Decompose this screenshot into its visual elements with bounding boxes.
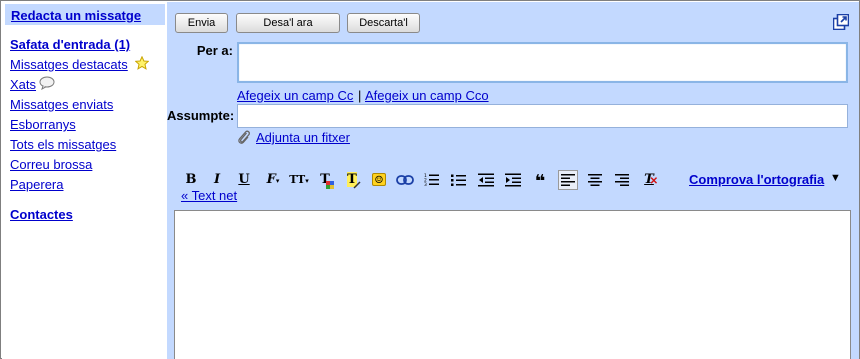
- sidebar-item-contacts[interactable]: Contactes: [10, 207, 73, 222]
- to-label: Per a:: [196, 43, 233, 58]
- save-draft-button[interactable]: Desa'l ara: [236, 13, 340, 33]
- font-glyph: F: [266, 172, 276, 187]
- font-button[interactable]: F▾: [261, 170, 285, 190]
- text-color-icon: [326, 181, 334, 189]
- align-right-button[interactable]: [612, 170, 632, 190]
- indent-button[interactable]: [503, 170, 523, 190]
- sidebar-item-sent[interactable]: Missatges enviats: [10, 97, 113, 112]
- sidebar-item-all-mail[interactable]: Tots els missatges: [10, 137, 116, 152]
- align-center-icon: [588, 174, 602, 186]
- font-size-glyph: TT: [289, 173, 306, 186]
- svg-text:3: 3: [424, 182, 427, 187]
- quote-icon: ❝: [534, 171, 546, 192]
- attach-file-link[interactable]: Adjunta un fitxer: [256, 130, 350, 145]
- numbered-list-button[interactable]: 1 2 3: [422, 170, 442, 190]
- popout-window-icon[interactable]: [833, 14, 849, 30]
- link-separator: |: [358, 88, 362, 103]
- remove-format-button[interactable]: T ✕: [639, 170, 659, 190]
- send-button[interactable]: Envia: [175, 13, 228, 33]
- discard-button[interactable]: Descarta'l: [347, 13, 420, 33]
- sidebar-item-starred[interactable]: Missatges destacats: [10, 57, 128, 72]
- outdent-button[interactable]: [476, 170, 496, 190]
- numbered-list-icon: 1 2 3: [424, 173, 439, 188]
- quote-button[interactable]: ❝: [530, 170, 550, 192]
- add-bcc-link[interactable]: Afegeix un camp Cco: [365, 88, 489, 103]
- underline-button[interactable]: U: [234, 170, 254, 190]
- align-right-icon: [615, 174, 629, 186]
- emoji-button[interactable]: ☺: [369, 170, 389, 190]
- remove-format-x-icon: ✕: [649, 176, 658, 187]
- outdent-icon: [478, 173, 494, 187]
- highlight-button[interactable]: T: [342, 170, 362, 190]
- add-cc-link[interactable]: Afegeix un camp Cc: [237, 88, 353, 103]
- sidebar-item-inbox[interactable]: Safata d'entrada (1): [10, 37, 130, 52]
- plain-text-link[interactable]: « Text net: [181, 188, 237, 203]
- smiley-icon: ☺: [372, 173, 386, 186]
- sidebar-item-chats[interactable]: Xats: [10, 77, 36, 92]
- font-size-dropdown-icon: ▾: [305, 176, 309, 185]
- spellcheck-dropdown-icon[interactable]: ▼: [830, 172, 841, 184]
- italic-button[interactable]: I: [207, 170, 227, 190]
- bulleted-list-button[interactable]: [449, 170, 469, 190]
- link-icon: [396, 175, 414, 185]
- spellcheck-link[interactable]: Comprova l'ortografia: [689, 172, 824, 187]
- to-field[interactable]: [237, 42, 848, 83]
- compose-panel: Envia Desa'l ara Descarta'l Per a: Afege…: [167, 2, 859, 359]
- paperclip-icon: [238, 130, 250, 144]
- message-body-editor[interactable]: [174, 210, 851, 359]
- sidebar-item-trash[interactable]: Paperera: [10, 177, 63, 192]
- subject-field[interactable]: [237, 104, 848, 128]
- text-color-button[interactable]: T: [315, 170, 335, 190]
- align-left-button[interactable]: [558, 170, 578, 190]
- sidebar: Redacta un missatge Safata d'entrada (1)…: [2, 2, 167, 359]
- bold-button[interactable]: B: [181, 170, 201, 190]
- compose-window: Redacta un missatge Safata d'entrada (1)…: [0, 0, 860, 359]
- sidebar-item-drafts[interactable]: Esborranys: [10, 117, 76, 132]
- subject-label: Assumpte:: [167, 108, 235, 123]
- bulleted-list-icon: [451, 174, 466, 186]
- align-center-button[interactable]: [585, 170, 605, 190]
- font-size-button[interactable]: TT▾: [287, 170, 311, 190]
- chat-bubble-icon: [39, 76, 55, 90]
- indent-icon: [505, 173, 521, 187]
- sidebar-item-spam[interactable]: Correu brossa: [10, 157, 92, 172]
- star-icon: [135, 56, 149, 70]
- insert-link-button[interactable]: [395, 170, 415, 190]
- align-left-icon: [561, 174, 575, 186]
- highlighter-icon: [353, 181, 361, 189]
- compose-link[interactable]: Redacta un missatge: [5, 4, 165, 25]
- font-dropdown-icon: ▾: [275, 176, 280, 185]
